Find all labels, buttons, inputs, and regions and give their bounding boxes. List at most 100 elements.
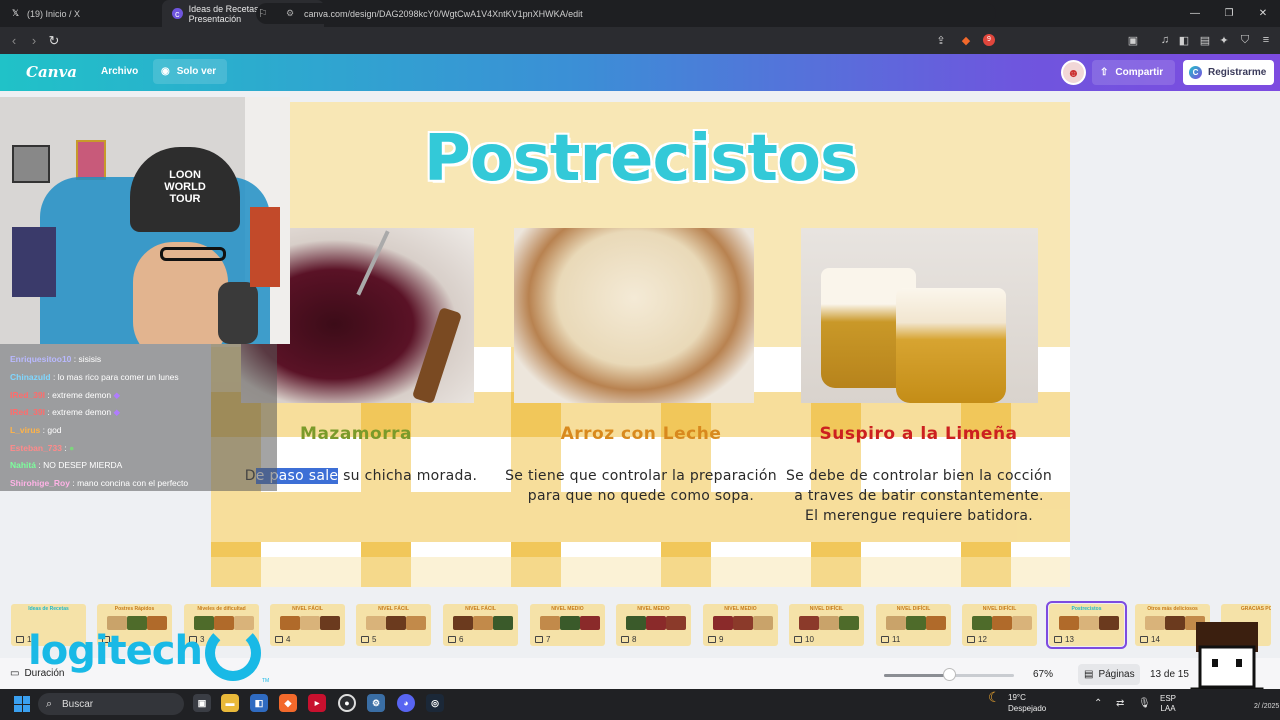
menu-icon[interactable]: ≡ [1257, 31, 1275, 49]
brave-shield-icon[interactable]: ◆ [957, 31, 975, 49]
page-counter[interactable]: 13 de 15 [1150, 669, 1189, 680]
comment-icon [535, 636, 543, 643]
thumbnail-image [1079, 616, 1099, 630]
dish-desc-arroz[interactable]: Se tiene que controlar la preparación pa… [501, 466, 781, 506]
emote-icon: ◆ [113, 390, 121, 400]
steam-icon[interactable]: ◎ [426, 694, 444, 712]
thumbnail-image [926, 616, 946, 630]
dish-name-suspiro[interactable]: Suspiro a la Limeña [791, 424, 1046, 444]
file-explorer-icon[interactable]: ▬ [221, 694, 239, 712]
page-thumbnail[interactable]: NIVEL FÁCIL 6 [443, 604, 518, 646]
thumbnail-image [540, 616, 560, 630]
thumbnail-title: NIVEL MEDIO [637, 606, 670, 612]
sidebar-icon[interactable]: ◧ [1175, 31, 1193, 49]
pages-button[interactable]: ▤ Páginas [1078, 664, 1140, 685]
brave-taskbar-icon[interactable]: ◆ [279, 694, 297, 712]
brave-rewards-icon[interactable]: 9 [980, 31, 998, 49]
canva-logo[interactable]: Canva [26, 63, 77, 81]
discord-icon[interactable]: ◕ [397, 694, 415, 712]
restore-icon[interactable]: ❐ [1212, 0, 1246, 27]
dish-desc-mazamorra[interactable]: De paso sale su chicha morada. [241, 466, 481, 486]
search-icon: ⌕ [46, 697, 53, 710]
share-page-icon[interactable]: ⇪ [932, 31, 950, 49]
zoom-slider-handle[interactable] [943, 668, 956, 681]
thumbnail-number: 14 [1140, 635, 1160, 644]
task-view-icon[interactable]: ▣ [193, 694, 211, 712]
thumbnail-title: NIVEL FÁCIL [465, 606, 496, 612]
thumbnail-image [300, 616, 320, 630]
wallet-icon[interactable]: ▤ [1196, 31, 1214, 49]
page-thumbnail[interactable]: NIVEL FÁCIL 5 [356, 604, 431, 646]
emote-icon: ◆ [113, 407, 121, 417]
thumbnail-image [493, 616, 513, 630]
desc-text: su chicha morada. [338, 468, 478, 484]
suspiro-photo[interactable] [801, 228, 1038, 403]
site-info-icon[interactable]: ⚙ [286, 8, 294, 19]
slide-title[interactable]: Postrecistos [211, 122, 1070, 196]
weather-widget[interactable]: ☾ 19°C Despejado [988, 690, 1046, 714]
clock[interactable]: 2/ /2025 [1254, 703, 1279, 710]
desc-line: para que no quede como sopa. [527, 488, 755, 504]
thumbnail-image [366, 616, 386, 630]
obs-icon[interactable]: ● [338, 694, 356, 712]
windows-start-icon[interactable] [14, 696, 30, 712]
minimize-icon[interactable]: — [1178, 0, 1212, 27]
settings-icon[interactable]: ⚙ [367, 694, 385, 712]
register-button[interactable]: C Registrarme [1183, 60, 1274, 85]
dish-name-arroz[interactable]: Arroz con Leche [511, 424, 771, 444]
url-field[interactable]: ⚐ ⚙ canva.com/design/DAG2098kcY0/WgtCwA1… [256, 3, 996, 24]
thumbnail-title: Postres Rápidos [114, 606, 155, 612]
dish-name-mazamorra[interactable]: Mazamorra [261, 424, 451, 444]
screenshot-icon[interactable]: ▣ [1124, 31, 1142, 49]
page-thumbnail[interactable]: NIVEL DIFÍCIL 12 [962, 604, 1037, 646]
thumbnail-image [580, 616, 600, 630]
logitech-tm: TM [262, 678, 270, 684]
avatar[interactable]: ☻ [1061, 60, 1086, 85]
page-thumbnail[interactable]: Postrecistos 13 [1046, 601, 1127, 649]
chat-message: Enriquesitoo10 : sisisis [10, 354, 102, 364]
thumbnail-title: NIVEL FÁCIL [292, 606, 323, 612]
view-only-button[interactable]: ◉ Solo ver [153, 59, 227, 84]
leo-ai-icon[interactable]: ✦ [1215, 31, 1233, 49]
page-thumbnail[interactable]: NIVEL DIFÍCIL 10 [789, 604, 864, 646]
taskbar-search[interactable]: ⌕ Buscar [38, 693, 184, 715]
vpn-icon[interactable]: ⛉ [1236, 31, 1254, 49]
ms-store-icon[interactable]: ◧ [250, 694, 268, 712]
page-thumbnail[interactable]: NIVEL MEDIO 7 [530, 604, 605, 646]
view-only-label: Solo ver [176, 66, 217, 77]
music-icon[interactable]: ♫ [1156, 31, 1174, 49]
tab-x[interactable]: 𝕏 (19) Inicio / X [0, 0, 162, 27]
share-label: Compartir [1115, 67, 1164, 78]
shelf-figures [250, 207, 280, 287]
network-icon[interactable]: ⇄ [1116, 698, 1124, 709]
dish-desc-suspiro[interactable]: Se debe de controlar bien la cocción a t… [784, 466, 1054, 526]
logitech-g-logo [205, 625, 261, 681]
page-thumbnail[interactable]: NIVEL MEDIO 9 [703, 604, 778, 646]
zoom-level[interactable]: 67% [1033, 669, 1053, 680]
arroz-con-leche-photo[interactable] [514, 228, 754, 403]
page-thumbnail[interactable]: NIVEL MEDIO 8 [616, 604, 691, 646]
chat-message: IRed_39I : extreme demon ◆ [10, 390, 121, 400]
forward-icon[interactable]: › [24, 33, 44, 48]
lang-code: ESP [1160, 694, 1177, 703]
file-menu-button[interactable]: Archivo [101, 66, 138, 77]
language-indicator[interactable]: ESP LAA [1160, 694, 1176, 714]
close-window-icon[interactable]: ✕ [1246, 0, 1280, 27]
reload-icon[interactable]: ↻ [44, 33, 64, 49]
canva-c-icon: C [1189, 66, 1202, 79]
page-thumbnail[interactable]: NIVEL FÁCIL 4 [270, 604, 345, 646]
thumbnail-number: 13 [1054, 635, 1074, 644]
bookmark-icon[interactable]: ⚐ [258, 7, 268, 20]
thumbnail-image [646, 616, 666, 630]
page-thumbnail[interactable]: NIVEL DIFÍCIL 11 [876, 604, 951, 646]
slide-canvas[interactable]: Postrecistos Mazamorra Arroz con Leche S… [211, 102, 1070, 587]
comment-icon [448, 636, 456, 643]
chat-message: Shirohige_Roy : mano concina con el perf… [10, 478, 189, 488]
share-button[interactable]: ⇧ Compartir [1092, 60, 1175, 85]
mic-icon[interactable]: 🎙 [1138, 698, 1151, 709]
obs-like-app-icon[interactable]: ▶ [308, 694, 326, 712]
back-icon[interactable]: ‹ [4, 33, 24, 48]
thumbnail-image [733, 616, 753, 630]
thumbnail-image [906, 616, 926, 630]
tray-chevron-icon[interactable]: ⌃ [1094, 698, 1102, 709]
